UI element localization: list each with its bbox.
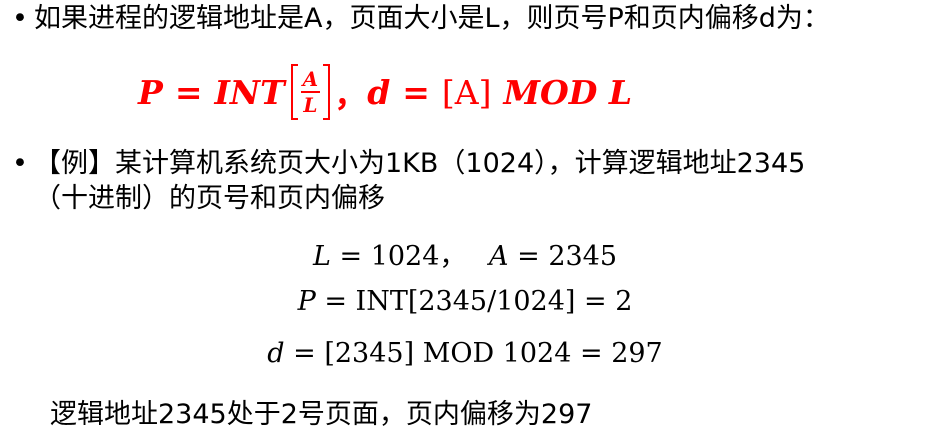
fraction-denominator: L	[303, 93, 318, 117]
bullet-icon: •	[12, 148, 28, 179]
calc-d-var: d	[267, 338, 285, 369]
calc-l-eq: = 1024，	[339, 241, 467, 272]
calc-p-var: P	[297, 286, 316, 317]
calc-l-var: L	[312, 241, 331, 272]
formula-int-fn: INT	[214, 72, 285, 112]
formula-d-var: d	[367, 72, 391, 112]
example-line-1: 【例】某计算机系统页大小为1KB（1024），计算逻辑地址2345	[34, 148, 806, 179]
left-bracket	[290, 64, 298, 120]
calc-a-eq: = 2345	[517, 241, 618, 272]
formula-comma: ，	[334, 75, 368, 114]
page-formula: P = INT A L ， d = [A] MOD L	[138, 62, 632, 122]
example-bullet-line: • 【例】某计算机系统页大小为1KB（1024），计算逻辑地址2345	[12, 147, 805, 181]
calc-line-la: L = 1024， A = 2345	[0, 234, 930, 273]
fraction-numerator: A	[300, 67, 321, 93]
example-line-2-wrap: （十进制）的页号和页内偏移	[34, 182, 385, 216]
bullet-icon: •	[12, 3, 28, 34]
calc-p-eq: = INT[2345/1024] = 2	[324, 286, 633, 317]
conclusion-text: 逻辑地址2345处于2号页面，页内偏移为297	[50, 399, 593, 430]
calc-a-var: A	[489, 241, 509, 272]
formula-eq2: =	[402, 72, 430, 112]
calc-line-p: P = INT[2345/1024] = 2	[0, 286, 930, 317]
example-line-2: （十进制）的页号和页内偏移	[34, 183, 385, 214]
formula-bracket-a: [A]	[441, 72, 492, 112]
calc-line-d: d = [2345] MOD 1024 = 297	[0, 338, 930, 369]
formula-bracket-fraction: A L	[290, 64, 331, 120]
right-bracket	[323, 64, 331, 120]
intro-bullet-line: • 如果进程的逻辑地址是A，页面大小是L，则页号P和页内偏移d为：	[12, 2, 830, 36]
formula-eq1: =	[174, 72, 203, 112]
intro-text: 如果进程的逻辑地址是A，页面大小是L，则页号P和页内偏移d为：	[34, 3, 830, 34]
calc-d-eq: = [2345] MOD 1024 = 297	[293, 338, 663, 369]
formula-p-var: P	[138, 72, 163, 112]
formula-mod-expr: MOD L	[503, 72, 633, 112]
formula-fraction: A L	[300, 67, 321, 117]
